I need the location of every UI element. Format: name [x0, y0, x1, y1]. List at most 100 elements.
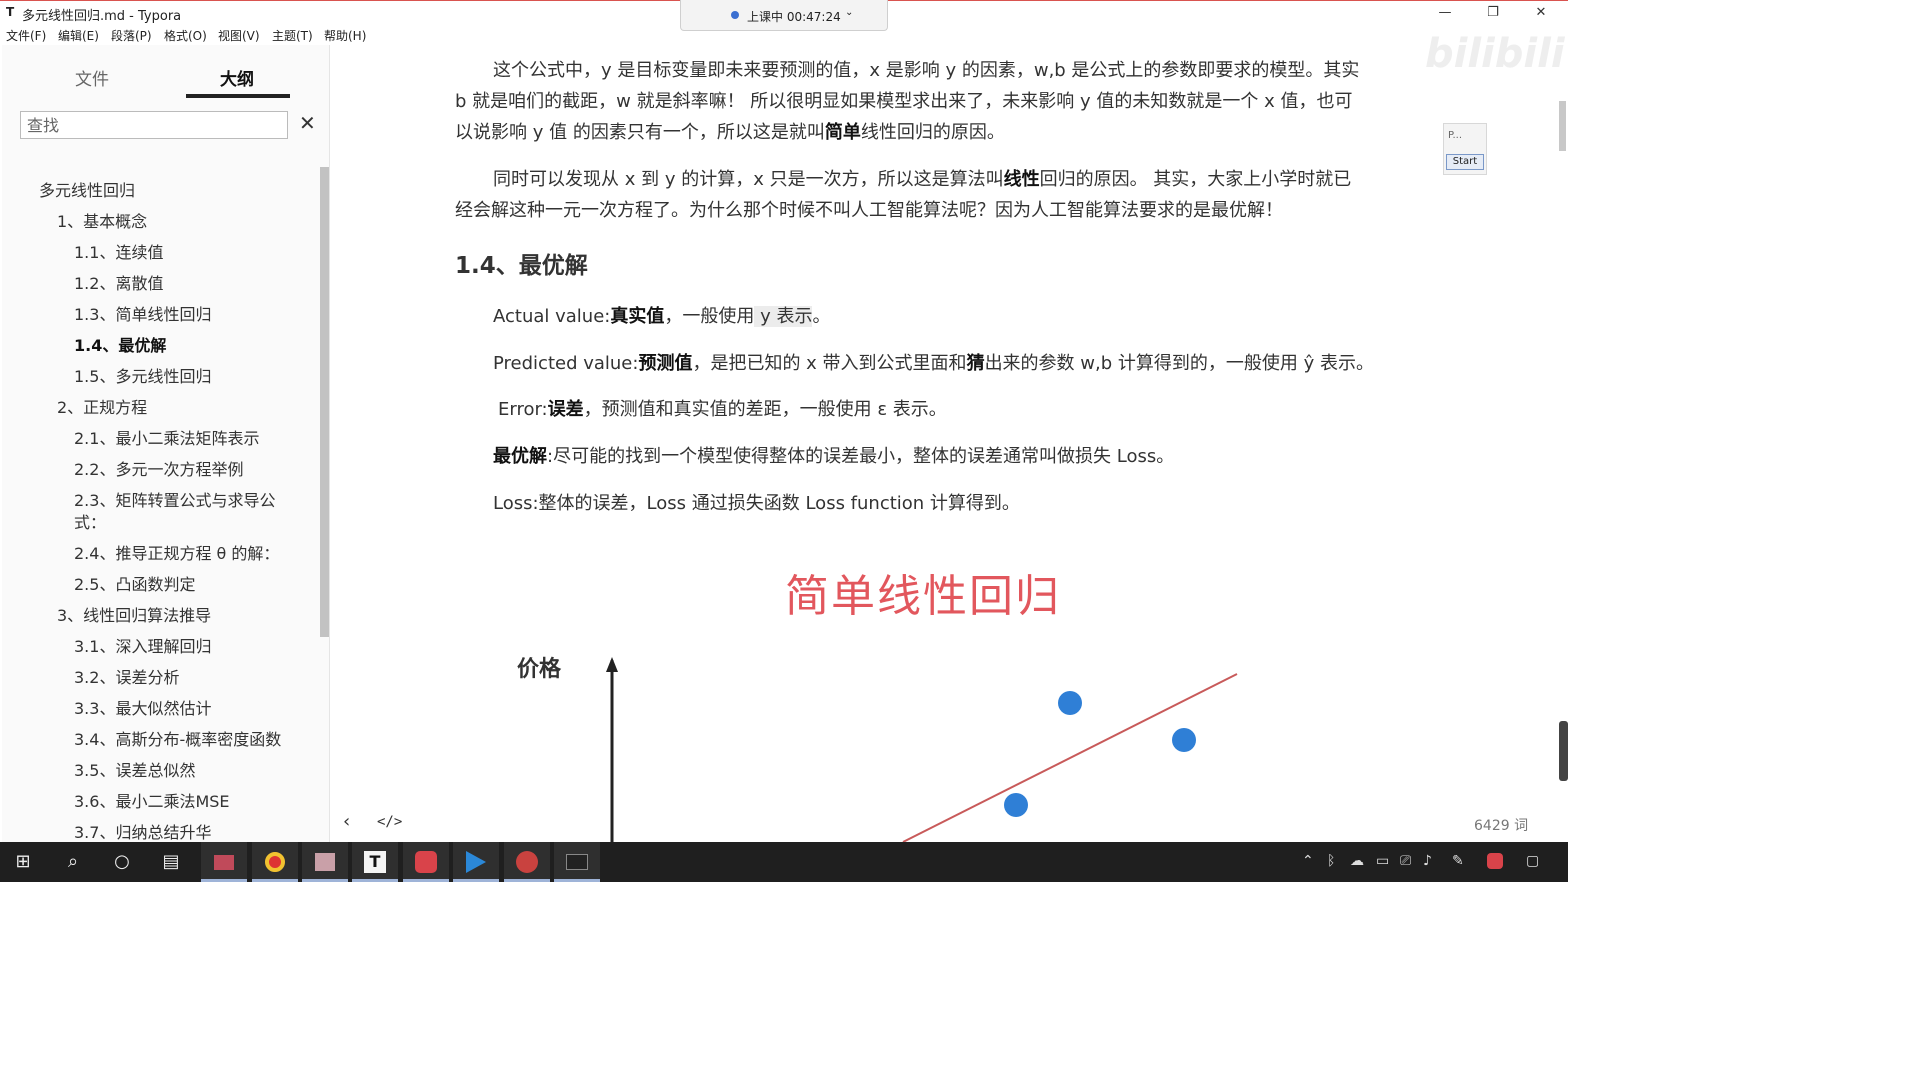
menu-view[interactable]: 视图(V) — [218, 27, 260, 44]
text-span: Actual value: — [493, 306, 611, 327]
outline-item[interactable]: 3.6、最小二乘法MSE — [74, 788, 230, 812]
pen-icon[interactable]: ✎ — [1452, 853, 1464, 869]
outline-item[interactable]: 1、基本概念 — [57, 208, 147, 232]
error-line: Error:误差，预测值和真实值的差距，一般使用 ε 表示。 — [498, 395, 947, 421]
predicted-value-line: Predicted value:预测值，是把已知的 x 带入到公式里面和猜出来的… — [493, 349, 1374, 375]
minimize-button[interactable]: — — [1422, 3, 1468, 23]
text-span: 回归的原因。 其实，大家上小学时就已 — [1039, 169, 1352, 190]
chrome-icon[interactable] — [252, 842, 298, 882]
outline-item[interactable]: 1.3、简单线性回归 — [74, 301, 211, 325]
chevron-left-icon[interactable]: ‹ — [343, 811, 350, 832]
search-input[interactable] — [27, 116, 277, 135]
menu-edit[interactable]: 编辑(E) — [58, 27, 99, 44]
active-tab-indicator — [186, 94, 290, 98]
outline-item[interactable]: 3.2、误差分析 — [74, 664, 179, 688]
bilibili-watermark: bilibili — [1425, 31, 1565, 77]
close-icon[interactable]: ✕ — [299, 111, 316, 135]
word-count[interactable]: 6429 词 — [1474, 815, 1528, 835]
volume-icon[interactable]: ♪ — [1423, 853, 1432, 869]
search-icon[interactable]: ⌕ — [50, 842, 96, 882]
actual-value-line: Actual value:真实值，一般使用 y 表示。 — [493, 302, 830, 328]
outline-item[interactable]: 2.4、推导正规方程 θ 的解： — [74, 540, 279, 564]
tab-outline[interactable]: 大纲 — [220, 65, 254, 90]
bluetooth-icon[interactable]: ᛒ — [1327, 853, 1335, 869]
outline-item-continued[interactable]: 式： — [74, 509, 106, 533]
outline-item[interactable]: 2、正规方程 — [57, 394, 147, 418]
video-player-icon[interactable] — [453, 842, 499, 882]
text-span: Error: — [498, 399, 548, 420]
outline-item[interactable]: 3.5、误差总似然 — [74, 757, 195, 781]
outline-scrollbar[interactable] — [320, 167, 329, 637]
onedrive-icon[interactable]: ☁ — [1350, 853, 1364, 869]
outline-item[interactable]: 1.5、多元线性回归 — [74, 363, 211, 387]
taskbar: ⊞ ⌕ ○ ▤ T ⌃ ᛒ ☁ ▭ ⎚ ♪ ✎ ▢ — [0, 842, 1568, 882]
windows-start-icon[interactable]: ⊞ — [0, 842, 46, 882]
notification-icon[interactable]: ▢ — [1526, 853, 1539, 869]
outline-item-active[interactable]: 1.4、最优解 — [74, 332, 166, 356]
text-span: 以说影响 y 值 的因素只有一个，所以这是就叫 — [455, 122, 825, 143]
recording-indicator[interactable]: 上课中 00:47:24 ⌄ — [680, 0, 888, 31]
section-heading: 1.4、最优解 — [455, 253, 588, 279]
menu-theme[interactable]: 主题(T) — [272, 27, 313, 44]
side-handle[interactable] — [1559, 721, 1568, 781]
text-line: 同时可以发现从 x 到 y 的计算，x 只是一次方，所以这是算法叫线性回归的原因… — [455, 164, 1425, 195]
outline-item[interactable]: 2.3、矩阵转置公式与求导公 — [74, 487, 275, 511]
sidebar: 文件 大纲 ✕ 多元线性回归 1、基本概念 1.1、连续值 1.2、离散值 1.… — [2, 45, 330, 842]
menu-help[interactable]: 帮助(H) — [324, 27, 366, 44]
loss-line: Loss:整体的误差，Loss 通过损失函数 Loss function 计算得… — [493, 493, 1020, 514]
outline-item[interactable]: 2.5、凸函数判定 — [74, 571, 195, 595]
figure-simple-linear-regression: 简单线性回归 价格 — [331, 560, 1568, 842]
tab-files[interactable]: 文件 — [75, 65, 109, 90]
outline-item[interactable]: 3.4、高斯分布-概率密度函数 — [74, 726, 281, 750]
paragraph-linear-explanation: 同时可以发现从 x 到 y 的计算，x 只是一次方，所以这是算法叫线性回归的原因… — [455, 164, 1425, 226]
outline-item[interactable]: 3.7、归纳总结升华 — [74, 819, 211, 843]
pdf-icon[interactable] — [403, 842, 449, 882]
battery-icon[interactable]: ▭ — [1376, 853, 1389, 869]
bold-text: 简单 — [824, 122, 861, 143]
text-line: 经会解这种一元一次方程了。为什么那个时候不叫人工智能算法呢？因为人工智能算法要求… — [455, 200, 1283, 221]
floating-widget[interactable]: P... Start — [1443, 123, 1487, 175]
data-point — [1058, 691, 1082, 715]
bold-text: 真实值 — [610, 306, 665, 327]
text-span: 线性回归的原因。 — [860, 122, 1005, 143]
antivirus-icon[interactable] — [1487, 853, 1503, 873]
outline-item[interactable]: 2.1、最小二乘法矩阵表示 — [74, 425, 259, 449]
optimal-solution-line: 最优解:尽可能的找到一个模型使得整体的误差最小，整体的误差通常叫做损失 Loss… — [493, 442, 1174, 468]
source-code-toggle-icon[interactable]: </> — [377, 814, 402, 830]
text-span: Predicted value: — [493, 353, 639, 374]
outline-item[interactable]: 3.3、最大似然估计 — [74, 695, 211, 719]
menu-file[interactable]: 文件(F) — [6, 27, 46, 44]
bold-text: 猜 — [966, 353, 985, 374]
cortana-icon[interactable]: ○ — [99, 842, 145, 882]
search-box[interactable] — [20, 111, 288, 139]
outline-item[interactable]: 1.2、离散值 — [74, 270, 163, 294]
typora-icon[interactable]: T — [352, 842, 398, 882]
menu-paragraph[interactable]: 段落(P) — [111, 27, 152, 44]
close-button[interactable]: ✕ — [1518, 3, 1564, 23]
typora-app-icon: T — [6, 5, 15, 19]
file-explorer-icon[interactable] — [201, 842, 247, 882]
chevron-up-icon[interactable]: ⌃ — [1302, 853, 1314, 869]
outline-item[interactable]: 3、线性回归算法推导 — [57, 602, 211, 626]
outline-item[interactable]: 2.2、多元一次方程举例 — [74, 456, 243, 480]
recording-dot-icon — [731, 11, 739, 19]
maximize-button[interactable]: ❐ — [1470, 3, 1516, 23]
outline-item[interactable]: 3.1、深入理解回归 — [74, 633, 211, 657]
editor-scrollbar[interactable] — [1559, 101, 1566, 151]
data-point — [1004, 793, 1028, 817]
outline-item[interactable]: 1.1、连续值 — [74, 239, 163, 263]
chevron-down-icon[interactable]: ⌄ — [845, 7, 853, 18]
terminal-icon[interactable] — [554, 842, 600, 882]
start-button[interactable]: Start — [1446, 154, 1484, 170]
task-view-icon[interactable]: ▤ — [148, 842, 194, 882]
text-line: 这个公式中，y 是目标变量即未来要预测的值，x 是影响 y 的因素，w,b 是公… — [493, 60, 1360, 81]
editor-area[interactable]: bilibili 这个公式中，y 是目标变量即未来要预测的值，x 是影响 y 的… — [331, 31, 1568, 842]
figure-graphic — [606, 657, 1238, 842]
snipping-icon[interactable] — [302, 842, 348, 882]
outline-item[interactable]: 多元线性回归 — [39, 177, 135, 201]
browser-icon[interactable] — [504, 842, 550, 882]
menu-format[interactable]: 格式(O) — [164, 27, 207, 44]
text-span: 出来的参数 w,b 计算得到的，一般使用 ŷ 表示。 — [984, 353, 1374, 374]
network-icon[interactable]: ⎚ — [1400, 853, 1411, 869]
window-title: 多元线性回归.md - Typora — [22, 9, 182, 24]
